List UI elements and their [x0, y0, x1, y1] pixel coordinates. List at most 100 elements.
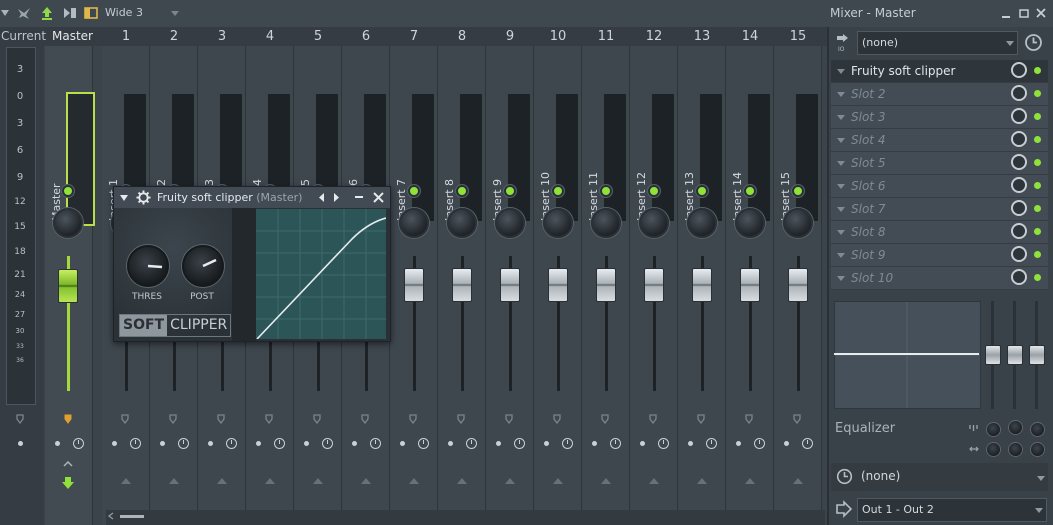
slot-mix-knob[interactable] [1011, 108, 1027, 124]
slot-mix-knob[interactable] [1011, 85, 1027, 101]
insert-pan-knob[interactable] [735, 208, 765, 238]
stereo-dot[interactable] [400, 441, 405, 446]
slot-mix-knob[interactable] [1011, 200, 1027, 216]
stereo-dot[interactable] [55, 441, 60, 446]
clock-icon[interactable] [130, 438, 141, 449]
insert-pan-knob[interactable] [399, 208, 429, 238]
pin-icon[interactable] [16, 414, 24, 424]
insert-enable-led[interactable] [792, 185, 804, 197]
insert-enable-led[interactable] [696, 185, 708, 197]
stereo-dot[interactable] [304, 441, 309, 446]
chevron-down-icon[interactable] [837, 115, 845, 120]
insert-number-11[interactable]: 11 [582, 29, 630, 44]
clock-icon[interactable] [370, 438, 381, 449]
stereo-dot[interactable] [448, 441, 453, 446]
clock-icon[interactable] [226, 438, 237, 449]
plugin-window[interactable]: Fruity soft clipper (Master) THRES POST … [113, 186, 391, 342]
insert-number-13[interactable]: 13 [678, 29, 726, 44]
insert-strip[interactable]: Insert 14 [726, 46, 774, 525]
pin-icon[interactable] [553, 414, 561, 424]
pin-icon[interactable] [64, 414, 72, 424]
master-pan-knob[interactable] [53, 208, 83, 238]
chevron-down-icon[interactable] [1037, 476, 1045, 481]
effect-slot-name[interactable]: Slot 4 [851, 133, 885, 147]
insert-number-2[interactable]: 2 [150, 29, 198, 44]
insert-strip[interactable]: Insert 12 [630, 46, 678, 525]
chevron-down-icon[interactable] [837, 230, 845, 235]
insert-enable-led[interactable] [600, 185, 612, 197]
clock-icon[interactable] [418, 438, 429, 449]
maximize-icon[interactable] [1018, 7, 1030, 19]
route-down-arrow-icon[interactable] [61, 476, 75, 490]
slot-enable-led[interactable] [1034, 251, 1041, 258]
eq-high-fader[interactable] [1029, 345, 1045, 365]
chevron-down-icon[interactable] [837, 207, 845, 212]
route-up-icon[interactable] [457, 478, 467, 484]
insert-volume-fader[interactable] [452, 268, 472, 302]
slot-mix-knob[interactable] [1011, 154, 1027, 170]
clock-icon[interactable] [706, 438, 717, 449]
insert-number-15[interactable]: 15 [774, 29, 822, 44]
cursor-up-icon[interactable] [39, 5, 55, 21]
insert-number-4[interactable]: 4 [246, 29, 294, 44]
chevron-down-icon[interactable] [837, 253, 845, 258]
effect-slot[interactable]: Slot 7 [831, 198, 1048, 221]
insert-enable-led[interactable] [408, 185, 420, 197]
pin-icon[interactable] [361, 414, 369, 424]
effect-slot[interactable]: Slot 6 [831, 175, 1048, 198]
effect-slot[interactable]: Slot 4 [831, 129, 1048, 152]
pin-icon[interactable] [121, 414, 129, 424]
route-up-icon[interactable] [505, 478, 515, 484]
insert-volume-fader[interactable] [788, 268, 808, 302]
route-up-icon[interactable] [265, 478, 275, 484]
insert-strip[interactable]: Insert 8 [438, 46, 486, 525]
slot-enable-led[interactable] [1034, 228, 1041, 235]
insert-number-12[interactable]: 12 [630, 29, 678, 44]
stereo-dot[interactable] [160, 441, 165, 446]
slot-enable-led[interactable] [1034, 182, 1041, 189]
slot-mix-knob[interactable] [1011, 62, 1027, 78]
slot-mix-knob[interactable] [1011, 177, 1027, 193]
clock-icon[interactable] [274, 438, 285, 449]
insert-pan-knob[interactable] [543, 208, 573, 238]
insert-enable-led[interactable] [552, 185, 564, 197]
insert-volume-fader[interactable] [548, 268, 568, 302]
effect-slot[interactable]: Slot 9 [831, 244, 1048, 267]
slot-enable-led[interactable] [1034, 90, 1041, 97]
horizontal-scrollbar[interactable] [106, 510, 825, 525]
eq-low-fader[interactable] [985, 345, 1001, 365]
slot-enable-led[interactable] [1034, 274, 1041, 281]
clock-icon[interactable] [466, 438, 477, 449]
clock-icon[interactable] [562, 438, 573, 449]
insert-number-9[interactable]: 9 [486, 29, 534, 44]
clock-icon[interactable] [73, 438, 84, 449]
chevron-down-icon[interactable] [1035, 508, 1043, 513]
chevron-down-icon[interactable] [837, 138, 845, 143]
stereo-dot[interactable] [112, 441, 117, 446]
insert-volume-fader[interactable] [500, 268, 520, 302]
stereo-dot[interactable] [352, 441, 357, 446]
slot-mix-knob[interactable] [1011, 246, 1027, 262]
insert-volume-fader[interactable] [692, 268, 712, 302]
input-route-select[interactable]: (none) [857, 31, 1018, 55]
effect-slot-name[interactable]: Slot 9 [851, 248, 885, 262]
output-select[interactable]: Out 1 - Out 2 [857, 498, 1047, 522]
effect-slot-name[interactable]: Slot 8 [851, 225, 885, 239]
master-strip[interactable]: Master [45, 46, 95, 525]
chevron-down-icon[interactable] [837, 184, 845, 189]
layout-preset-label[interactable]: Wide 3 [105, 6, 143, 19]
insert-volume-fader[interactable] [644, 268, 664, 302]
insert-enable-led[interactable] [456, 185, 468, 197]
stereo-dot[interactable] [688, 441, 693, 446]
insert-strip[interactable]: Insert 11 [582, 46, 630, 525]
stereo-dot[interactable] [784, 441, 789, 446]
clock-icon[interactable] [658, 438, 669, 449]
insert-strip[interactable]: Insert 9 [486, 46, 534, 525]
pin-icon[interactable] [601, 414, 609, 424]
stereo-dot[interactable] [592, 441, 597, 446]
effect-slot-name[interactable]: Slot 6 [851, 179, 885, 193]
slot-enable-led[interactable] [1034, 205, 1041, 212]
stereo-dot[interactable] [18, 441, 23, 446]
plugin-titlebar[interactable]: Fruity soft clipper (Master) [114, 187, 390, 208]
clock-icon[interactable] [754, 438, 765, 449]
